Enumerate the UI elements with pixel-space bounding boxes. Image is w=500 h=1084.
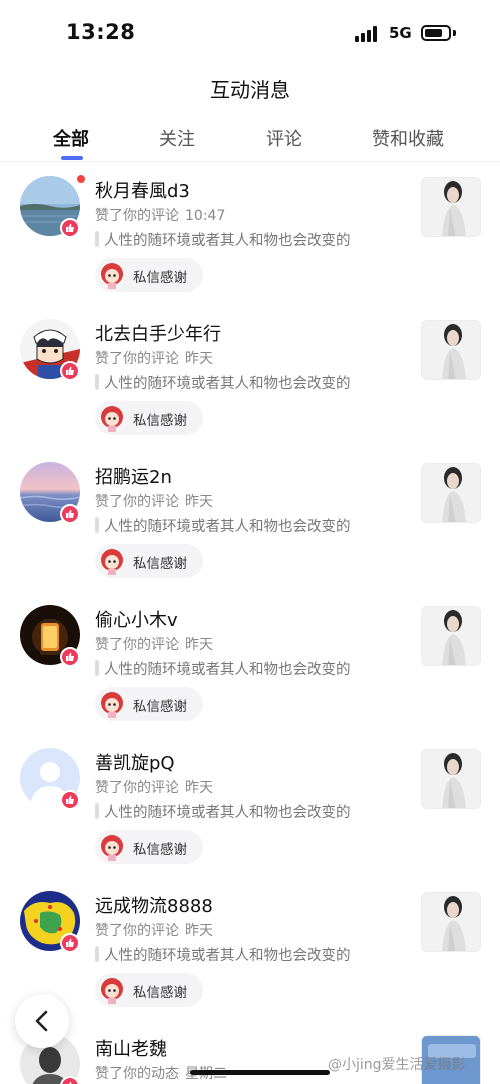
like-badge-icon [60,504,80,524]
sticker-icon [101,549,123,575]
sticker-icon [101,978,123,1004]
user-name[interactable]: 招鹏运2n [95,463,172,489]
home-indicator[interactable] [190,1070,330,1075]
quoted-comment: 人性的随环境或者其人和物也会改变的 [95,658,351,679]
user-name[interactable]: 偷心小木v [95,606,178,632]
quoted-comment: 人性的随环境或者其人和物也会改变的 [95,515,351,536]
content-thumbnail[interactable] [421,892,481,952]
thank-message-button[interactable]: 私信感谢 [95,258,203,292]
tab-bar: 全部 关注 评论 赞和收藏 [0,122,500,162]
list-item[interactable]: 招鹏运2n 赞了你的评论 昨天 人性的随环境或者其人和物也会改变的 私信感谢 [0,448,500,591]
action-label: 赞了你的评论 [95,780,179,796]
thank-button-label: 私信感谢 [133,556,187,572]
list-item[interactable]: 秋月春風d3 赞了你的评论 10:47 人性的随环境或者其人和物也会改变的 私信感… [0,162,500,305]
timestamp: 昨天 [185,494,213,510]
thank-button-label: 私信感谢 [133,270,187,286]
list-item[interactable]: 善凯旋pQ 赞了你的评论 昨天 人性的随环境或者其人和物也会改变的 私信感谢 [0,734,500,877]
action-label: 赞了你的评论 [95,923,179,939]
action-label: 赞了你的动态 [95,1066,179,1082]
network-type: 5G [389,24,412,42]
content-thumbnail[interactable] [421,177,481,237]
status-bar: 13:28 5G [0,0,500,66]
action-text: 赞了你的评论 10:47 [95,205,225,225]
tab-all[interactable]: 全部 [53,125,89,151]
content-thumbnail[interactable] [421,606,481,666]
timestamp: 昨天 [185,780,213,796]
battery-tip [453,30,456,36]
user-name[interactable]: 善凯旋pQ [95,749,175,775]
tab-likes-favorites[interactable]: 赞和收藏 [372,125,444,151]
action-text: 赞了你的评论 昨天 [95,777,213,797]
quoted-comment: 人性的随环境或者其人和物也会改变的 [95,801,351,822]
sticker-icon [101,406,123,432]
list-item[interactable]: 远成物流8888 赞了你的评论 昨天 人性的随环境或者其人和物也会改变的 私信感谢 [0,877,500,1020]
like-badge-icon [60,933,80,953]
sticker-icon [101,692,123,718]
thank-message-button[interactable]: 私信感谢 [95,687,203,721]
action-text: 赞了你的评论 昨天 [95,491,213,511]
like-badge-icon [60,1076,80,1084]
page-title: 互动消息 [210,78,290,102]
back-button[interactable] [15,994,69,1048]
action-label: 赞了你的评论 [95,494,179,510]
quoted-comment: 人性的随环境或者其人和物也会改变的 [95,229,351,250]
thank-button-label: 私信感谢 [133,413,187,429]
list-item[interactable]: 北去白手少年行 赞了你的评论 昨天 人性的随环境或者其人和物也会改变的 私信感谢 [0,305,500,448]
active-tab-indicator [61,156,83,160]
user-name[interactable]: 南山老魏 [95,1035,167,1061]
thank-message-button[interactable]: 私信感谢 [95,544,203,578]
content-thumbnail[interactable] [421,463,481,523]
action-text: 赞了你的评论 昨天 [95,920,213,940]
chevron-left-icon [35,1010,48,1032]
unread-dot [77,175,85,183]
thank-button-label: 私信感谢 [133,985,187,1001]
timestamp: 10:47 [185,208,226,224]
battery-icon [421,25,451,41]
thank-message-button[interactable]: 私信感谢 [95,401,203,435]
timestamp: 昨天 [185,351,213,367]
action-label: 赞了你的评论 [95,351,179,367]
action-text: 赞了你的评论 昨天 [95,348,213,368]
user-name[interactable]: 北去白手少年行 [95,320,221,346]
like-badge-icon [60,361,80,381]
tab-follow[interactable]: 关注 [159,125,195,151]
quoted-comment: 人性的随环境或者其人和物也会改变的 [95,944,351,965]
timestamp: 昨天 [185,637,213,653]
signal-icon [355,26,381,42]
sticker-icon [101,263,123,289]
content-thumbnail[interactable] [421,749,481,809]
thank-message-button[interactable]: 私信感谢 [95,973,203,1007]
user-name[interactable]: 远成物流8888 [95,892,213,918]
quoted-comment: 人性的随环境或者其人和物也会改变的 [95,372,351,393]
thank-button-label: 私信感谢 [133,699,187,715]
timestamp: 昨天 [185,923,213,939]
action-label: 赞了你的评论 [95,637,179,653]
tab-comments[interactable]: 评论 [266,125,302,151]
status-time: 13:28 [66,20,136,44]
like-badge-icon [60,647,80,667]
list-item[interactable]: 偷心小木v 赞了你的评论 昨天 人性的随环境或者其人和物也会改变的 私信感谢 [0,591,500,734]
action-label: 赞了你的评论 [95,208,179,224]
action-text: 赞了你的评论 昨天 [95,634,213,654]
thank-message-button[interactable]: 私信感谢 [95,830,203,864]
sticker-icon [101,835,123,861]
user-name[interactable]: 秋月春風d3 [95,177,190,203]
thank-button-label: 私信感谢 [133,842,187,858]
like-badge-icon [60,790,80,810]
watermark: @小jing爱生活爱摄影 [328,1057,466,1073]
like-badge-icon [60,218,80,238]
content-thumbnail[interactable] [421,320,481,380]
